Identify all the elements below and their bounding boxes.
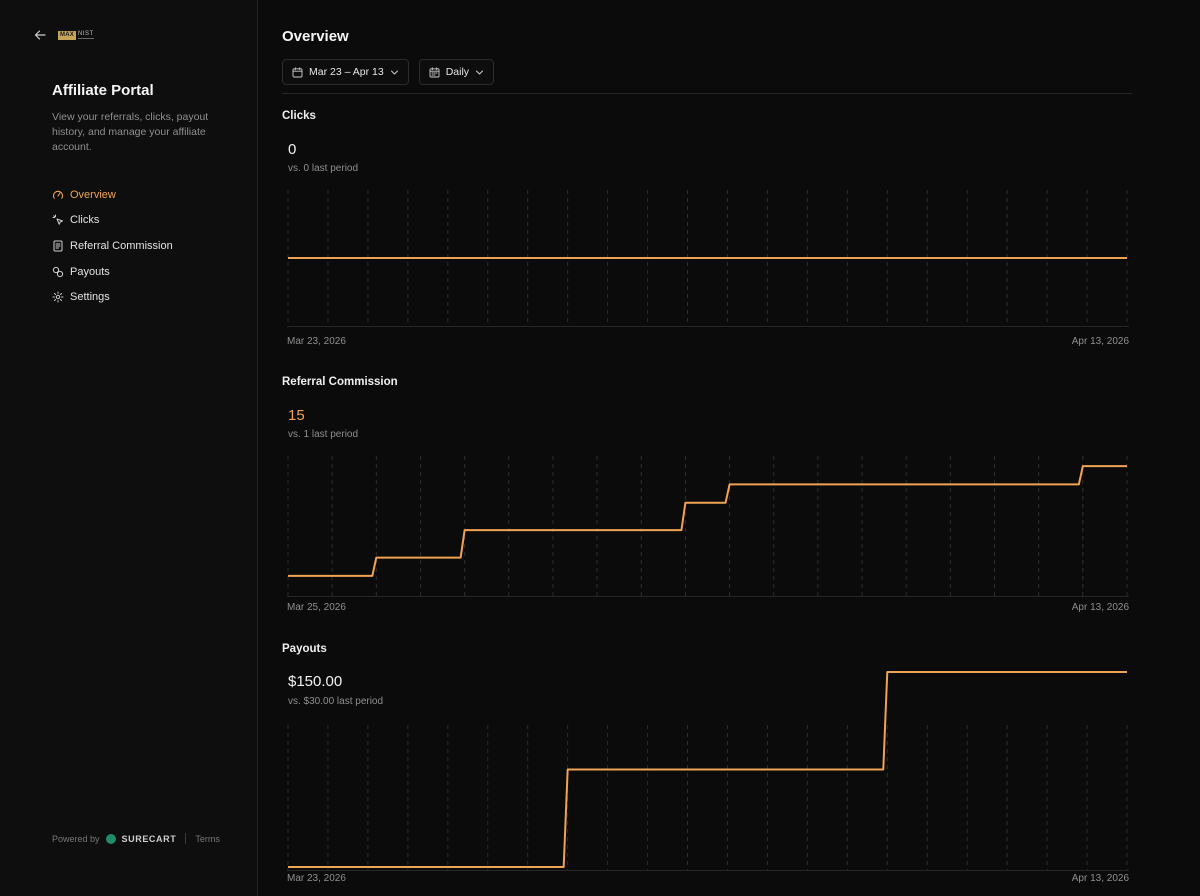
cursor-click-icon [52, 214, 63, 226]
referral-commission-value: 15 [288, 407, 305, 424]
nav-item-referral-commission[interactable]: Referral Commission [52, 233, 173, 259]
nav-item-overview[interactable]: Overview [52, 182, 173, 208]
nav-item-settings[interactable]: Settings [52, 284, 173, 310]
referral-commission-chart [287, 456, 1129, 598]
sidebar-footer: Powered by SURECART Terms [52, 833, 220, 844]
sidebar: MAX NIST Affiliate Portal View your refe… [0, 0, 258, 896]
powered-by-text: Powered by [52, 833, 100, 844]
date-range-label: Mar 23 – Apr 13 [309, 66, 384, 78]
referral-commission-x-start-label: Mar 25, 2026 [287, 602, 346, 613]
back-button[interactable] [32, 27, 48, 43]
filter-bar: Mar 23 – Apr 13 Daily [282, 59, 495, 85]
clicks-chart-svg [287, 190, 1129, 327]
payouts-x-start-label: Mar 23, 2026 [287, 873, 346, 884]
interval-label: Daily [445, 66, 470, 78]
gear-icon [52, 291, 64, 303]
series-line [288, 465, 1127, 577]
sidebar-header: MAX NIST [32, 27, 94, 43]
payouts-chart-svg [287, 671, 1129, 871]
calendar-icon [292, 66, 303, 77]
portal-title: Affiliate Portal [52, 82, 154, 99]
payout-icon [52, 266, 64, 277]
referral-commission-x-end-label: Apr 13, 2026 [1071, 602, 1129, 613]
brand-logo[interactable]: MAX NIST [58, 29, 94, 41]
clicks-card-title: Clicks [282, 110, 316, 122]
payouts-chart [287, 667, 1129, 871]
nav-label-settings: Settings [70, 291, 110, 304]
sidebar-nav: Overview Clicks Referral Commission Payo… [52, 182, 173, 310]
clicks-card: Clicks 0 vs. 0 last period Mar 23, 2026 … [282, 110, 1132, 355]
nav-label-referral-commission: Referral Commission [70, 239, 173, 252]
referral-commission-card: Referral Commission 15 vs. 1 last period… [282, 376, 1132, 621]
calendar-grid-icon [429, 66, 440, 77]
main-content: Overview Mar 23 – Apr 13 Daily Clicks 0 … [258, 0, 1200, 896]
header-divider [282, 93, 1132, 94]
logo-mark: MAX [58, 30, 76, 40]
portal-description: View your referrals, clicks, payout hist… [52, 111, 209, 153]
nav-item-payouts[interactable]: Payouts [52, 259, 173, 285]
chevron-down-icon [476, 70, 484, 74]
terms-link[interactable]: Terms [195, 834, 220, 844]
interval-select[interactable]: Daily [418, 59, 495, 85]
referral-commission-chart-svg [287, 456, 1129, 597]
clicks-chart [287, 190, 1129, 332]
surecart-logo-icon [105, 833, 116, 844]
clicks-compare: vs. 0 last period [288, 163, 359, 174]
payouts-card-title: Payouts [282, 643, 327, 655]
clicks-x-start-label: Mar 23, 2026 [287, 336, 346, 347]
document-icon [53, 240, 63, 252]
gauge-icon [53, 190, 63, 199]
nav-label-overview: Overview [70, 188, 116, 201]
surecart-brand-link[interactable]: SURECART [122, 834, 177, 844]
arrow-left-icon [34, 30, 46, 40]
referral-commission-compare: vs. 1 last period [288, 429, 359, 440]
logo-text: NIST [77, 31, 94, 39]
page-title: Overview [282, 28, 349, 45]
nav-label-clicks: Clicks [70, 214, 100, 227]
payouts-card: Payouts $150.00 vs. $30.00 last period M… [282, 643, 1132, 896]
footer-divider [185, 833, 187, 844]
nav-label-payouts: Payouts [70, 265, 110, 278]
series-line [288, 671, 1127, 868]
nav-item-clicks[interactable]: Clicks [52, 208, 173, 234]
clicks-value: 0 [288, 141, 297, 158]
date-range-picker[interactable]: Mar 23 – Apr 13 [282, 59, 409, 85]
referral-commission-card-title: Referral Commission [282, 376, 398, 388]
payouts-x-end-label: Apr 13, 2026 [1071, 873, 1129, 884]
clicks-x-end-label: Apr 13, 2026 [1071, 336, 1129, 347]
chevron-down-icon [390, 70, 398, 74]
